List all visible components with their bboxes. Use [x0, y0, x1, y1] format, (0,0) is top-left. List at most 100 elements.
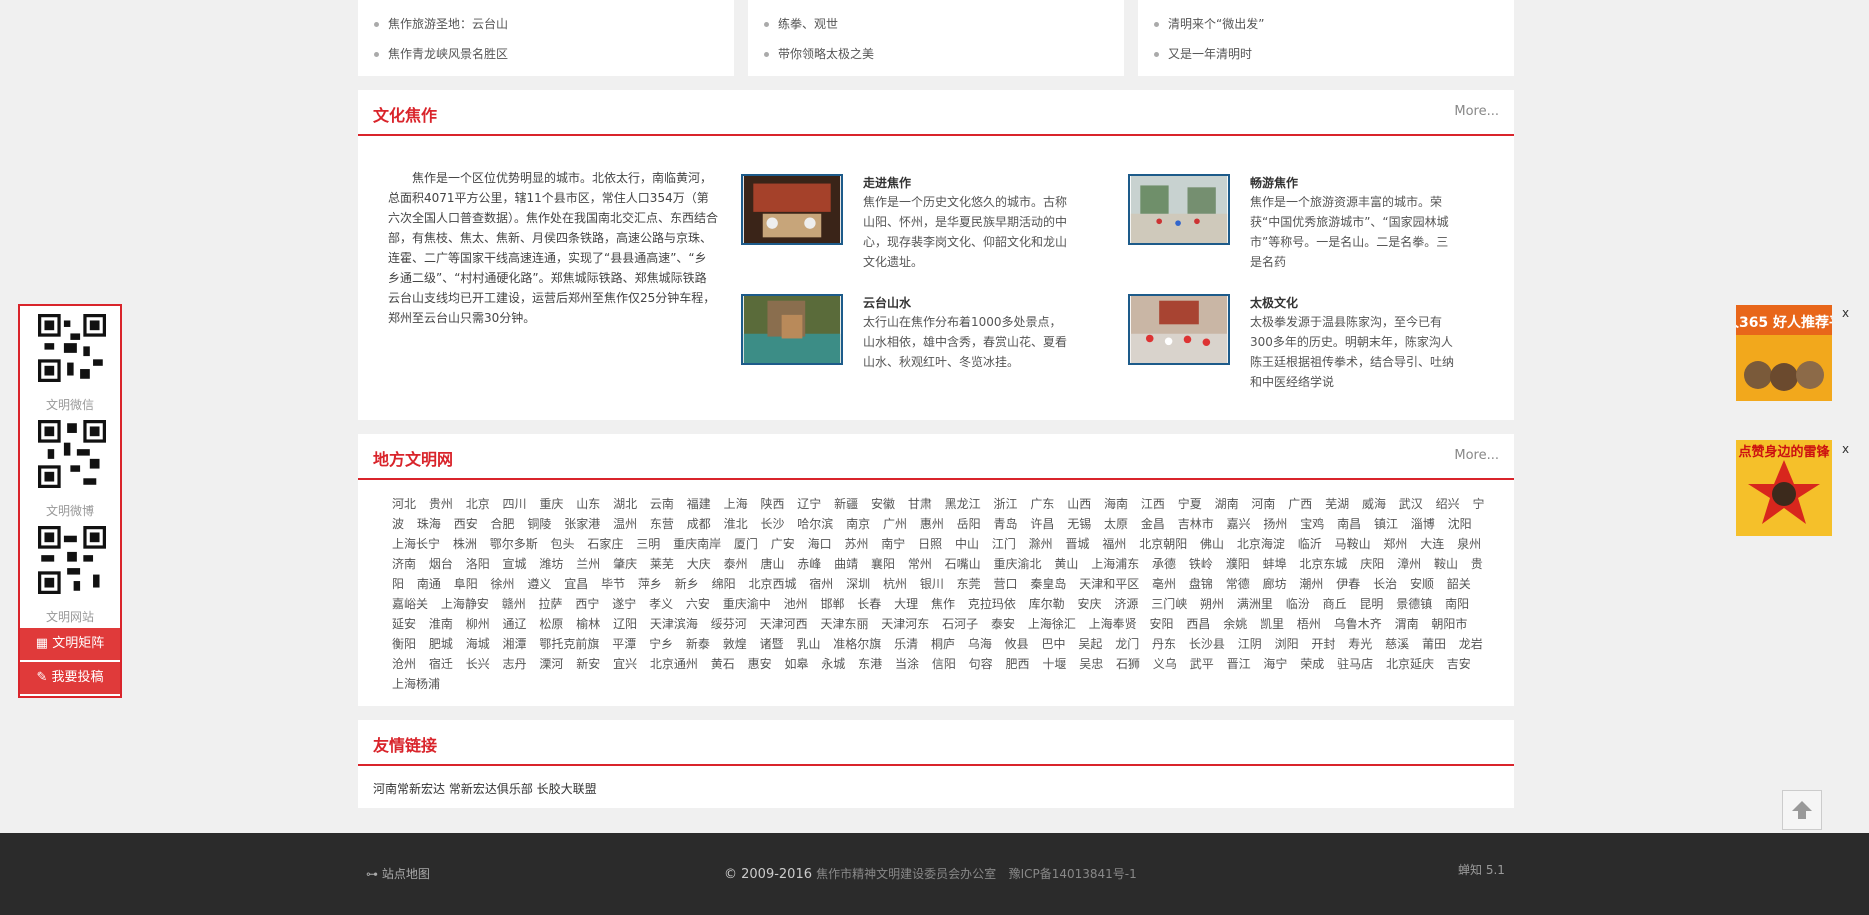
city-link[interactable]: 赣州 — [502, 597, 526, 611]
culture-item[interactable]: 畅游焦作 焦作是一个旅游资源丰富的城市。荣获“中国优秀旅游城市”、“国家园林城市… — [1128, 174, 1488, 284]
city-link[interactable]: 绵阳 — [712, 577, 736, 591]
city-link[interactable]: 庆阳 — [1360, 557, 1384, 571]
list-item[interactable]: 练拳、观世 — [764, 12, 1124, 42]
city-link[interactable]: 西安 — [454, 517, 478, 531]
city-link[interactable]: 当涂 — [895, 657, 919, 671]
city-link[interactable]: 东莞 — [957, 577, 981, 591]
city-link[interactable]: 龙岩 — [1459, 637, 1483, 651]
city-link[interactable]: 海南 — [1104, 497, 1128, 511]
city-link[interactable]: 嘉峪关 — [392, 597, 428, 611]
city-link[interactable]: 威海 — [1362, 497, 1386, 511]
list-item[interactable]: 又是一年清明时 — [1154, 42, 1514, 72]
city-link[interactable]: 芜湖 — [1325, 497, 1349, 511]
icp-link[interactable]: 豫ICP备14013841号-1 — [1009, 867, 1137, 881]
city-link[interactable]: 莆田 — [1422, 637, 1446, 651]
city-link[interactable]: 绍兴 — [1436, 497, 1460, 511]
city-link[interactable]: 石河子 — [942, 617, 978, 631]
city-link[interactable]: 深圳 — [846, 577, 870, 591]
city-link[interactable]: 准格尔旗 — [833, 637, 881, 651]
city-link[interactable]: 襄阳 — [871, 557, 895, 571]
city-link[interactable]: 无锡 — [1067, 517, 1091, 531]
city-link[interactable]: 龙门 — [1115, 637, 1139, 651]
city-link[interactable]: 克拉玛依 — [968, 597, 1016, 611]
city-link[interactable]: 石嘴山 — [945, 557, 981, 571]
city-link[interactable]: 志丹 — [503, 657, 527, 671]
city-link[interactable]: 梧州 — [1297, 617, 1321, 631]
city-link[interactable]: 天津河西 — [760, 617, 808, 631]
city-link[interactable]: 徐州 — [491, 577, 515, 591]
city-link[interactable]: 安徽 — [871, 497, 895, 511]
city-link[interactable]: 攸县 — [1005, 637, 1029, 651]
city-link[interactable]: 镇江 — [1374, 517, 1398, 531]
city-link[interactable]: 珠海 — [417, 517, 441, 531]
city-link[interactable]: 滁州 — [1029, 537, 1053, 551]
city-link[interactable]: 宜昌 — [564, 577, 588, 591]
close-icon[interactable]: x — [1842, 442, 1849, 456]
city-link[interactable]: 蚌埠 — [1263, 557, 1287, 571]
city-link[interactable]: 惠州 — [920, 517, 944, 531]
city-link[interactable]: 平潭 — [612, 637, 636, 651]
city-link[interactable]: 南宁 — [881, 537, 905, 551]
city-link[interactable]: 沧州 — [392, 657, 416, 671]
city-link[interactable]: 承德 — [1152, 557, 1176, 571]
city-link[interactable]: 肇庆 — [613, 557, 637, 571]
city-link[interactable]: 苏州 — [844, 537, 868, 551]
city-link[interactable]: 宝鸡 — [1300, 517, 1324, 531]
city-link[interactable]: 大庆 — [687, 557, 711, 571]
city-link[interactable]: 秦皇岛 — [1030, 577, 1066, 591]
city-link[interactable]: 安阳 — [1150, 617, 1174, 631]
city-link[interactable]: 西宁 — [575, 597, 599, 611]
city-link[interactable]: 如皋 — [784, 657, 808, 671]
city-link[interactable]: 遵义 — [527, 577, 551, 591]
city-link[interactable]: 淮南 — [429, 617, 453, 631]
city-link[interactable]: 赤峰 — [797, 557, 821, 571]
city-link[interactable]: 太原 — [1104, 517, 1128, 531]
city-link[interactable]: 驻马店 — [1337, 657, 1373, 671]
city-link[interactable]: 鞍山 — [1434, 557, 1458, 571]
city-link[interactable]: 天津河东 — [881, 617, 929, 631]
city-link[interactable]: 新安 — [576, 657, 600, 671]
city-link[interactable]: 日照 — [918, 537, 942, 551]
city-link[interactable]: 张家港 — [564, 517, 600, 531]
city-link[interactable]: 许昌 — [1030, 517, 1054, 531]
city-link[interactable]: 肥西 — [1006, 657, 1030, 671]
city-link[interactable]: 慈溪 — [1385, 637, 1409, 651]
city-link[interactable]: 湘潭 — [503, 637, 527, 651]
city-link[interactable]: 河北 — [392, 497, 416, 511]
city-link[interactable]: 东港 — [858, 657, 882, 671]
city-link[interactable]: 新疆 — [834, 497, 858, 511]
city-link[interactable]: 常德 — [1226, 577, 1250, 591]
city-link[interactable]: 湖北 — [613, 497, 637, 511]
city-link[interactable]: 浙江 — [994, 497, 1018, 511]
city-link[interactable]: 亳州 — [1152, 577, 1176, 591]
city-link[interactable]: 重庆南岸 — [673, 537, 721, 551]
city-link[interactable]: 南京 — [846, 517, 870, 531]
city-link[interactable]: 丹东 — [1152, 637, 1176, 651]
city-link[interactable]: 凯里 — [1260, 617, 1284, 631]
city-link[interactable]: 营口 — [994, 577, 1018, 591]
city-link[interactable]: 佛山 — [1200, 537, 1224, 551]
city-link[interactable]: 鄂尔多斯 — [490, 537, 538, 551]
city-link[interactable]: 晋城 — [1066, 537, 1090, 551]
city-link[interactable]: 余姚 — [1223, 617, 1247, 631]
more-link[interactable]: More... — [1454, 104, 1499, 119]
city-link[interactable]: 银川 — [920, 577, 944, 591]
city-link[interactable]: 濮阳 — [1226, 557, 1250, 571]
city-link[interactable]: 金昌 — [1141, 517, 1165, 531]
leifeng-ad-banner[interactable]: 点赞身边的雷锋 — [1736, 440, 1832, 536]
city-link[interactable]: 济南 — [392, 557, 416, 571]
city-link[interactable]: 济源 — [1114, 597, 1138, 611]
city-link[interactable]: 池州 — [784, 597, 808, 611]
city-link[interactable]: 安顺 — [1410, 577, 1434, 591]
city-link[interactable]: 安庆 — [1078, 597, 1102, 611]
city-link[interactable]: 邯郸 — [820, 597, 844, 611]
city-link[interactable]: 萍乡 — [638, 577, 662, 591]
city-link[interactable]: 阜阳 — [454, 577, 478, 591]
city-link[interactable]: 天津东丽 — [820, 617, 868, 631]
city-link[interactable]: 拉萨 — [539, 597, 563, 611]
city-link[interactable]: 宿迁 — [429, 657, 453, 671]
city-link[interactable]: 马鞍山 — [1335, 537, 1371, 551]
city-link[interactable]: 句容 — [969, 657, 993, 671]
city-link[interactable]: 信阳 — [932, 657, 956, 671]
city-link[interactable]: 伊春 — [1336, 577, 1360, 591]
